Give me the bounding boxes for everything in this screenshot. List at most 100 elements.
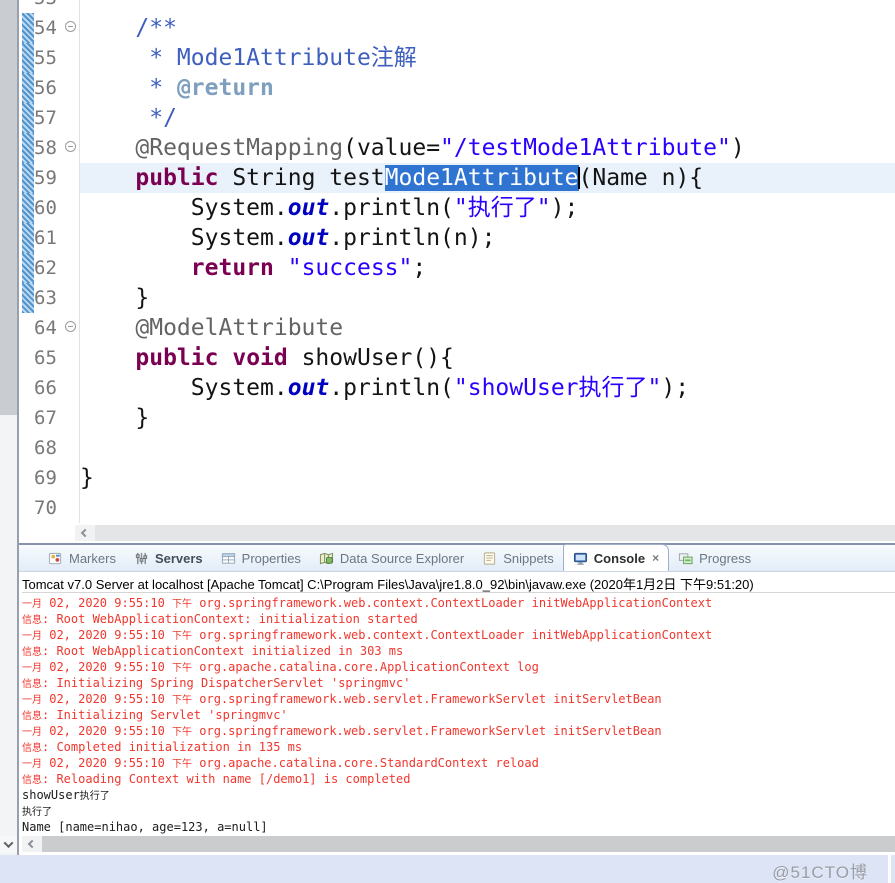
fold-column[interactable] [61, 13, 80, 43]
console-log-line: 信息: Initializing Servlet 'springmvc' [22, 708, 288, 722]
line-number[interactable]: 62 [34, 253, 61, 283]
line-number[interactable]: 65 [34, 343, 61, 373]
code-text[interactable]: @ModelAttribute [80, 313, 895, 343]
code-line-59[interactable]: 59 public String testMode1Attribute(Name… [19, 163, 895, 193]
tab-markers[interactable]: Markers [39, 545, 125, 571]
line-number[interactable]: 63 [34, 283, 61, 313]
scroll-left-button[interactable] [75, 525, 95, 541]
fold-column[interactable] [61, 313, 80, 343]
code-line-57[interactable]: 57 */ [19, 103, 895, 133]
line-number[interactable]: 68 [34, 433, 61, 463]
line-number[interactable]: 70 [34, 493, 61, 523]
collapse-icon[interactable] [64, 21, 76, 32]
line-number[interactable]: 66 [34, 373, 61, 403]
scroll-down-button[interactable] [0, 836, 17, 853]
line-number[interactable]: 59 [34, 163, 61, 193]
code-line-69[interactable]: 69} [19, 463, 895, 493]
console-log-line: 一月 02, 2020 9:55:10 下午 org.springframewo… [22, 596, 713, 610]
code-line-61[interactable]: 61 System.out.println(n); [19, 223, 895, 253]
quickdiff-change-bar [22, 73, 34, 103]
console-log-line: 信息: Root WebApplicationContext initializ… [22, 644, 404, 658]
code-text[interactable]: public void showUser(){ [80, 343, 895, 373]
tab-progress[interactable]: Progress [669, 545, 760, 571]
code-token: public [135, 165, 219, 191]
code-text[interactable]: public String testMode1Attribute(Name n)… [80, 163, 895, 193]
tab-servers[interactable]: Servers [125, 545, 212, 571]
tab-console[interactable]: Console × [562, 544, 670, 571]
console-title: Tomcat v7.0 Server at localhost [Apache … [22, 574, 895, 593]
code-line-68[interactable]: 68 [19, 433, 895, 463]
code-line-63[interactable]: 63 } [19, 283, 895, 313]
code-line-53[interactable]: 53 [19, 0, 895, 13]
code-text[interactable]: System.out.println("showUser执行了"); [80, 373, 895, 403]
scroll-left-button[interactable] [22, 836, 42, 852]
code-line-56[interactable]: 56 * @return [19, 73, 895, 103]
code-text[interactable]: System.out.println(n); [80, 223, 895, 253]
code-text[interactable]: @RequestMapping(value="/testMode1Attribu… [80, 133, 895, 163]
fold-column[interactable] [61, 133, 80, 163]
fold-column [61, 253, 80, 283]
line-number[interactable]: 56 [34, 73, 61, 103]
line-number[interactable]: 53 [34, 0, 61, 13]
code-token: out [287, 375, 330, 401]
line-number[interactable]: 58 [34, 133, 61, 163]
code-line-60[interactable]: 60 System.out.println("执行了"); [19, 193, 895, 223]
strip-highlight [888, 855, 891, 883]
code-token: .println( [329, 375, 454, 401]
code-token: "/testMode1Attribute" [440, 135, 731, 161]
line-number[interactable]: 61 [34, 223, 61, 253]
editor-vertical-scrollbar[interactable] [0, 0, 17, 855]
code-line-70[interactable]: 70 [19, 493, 895, 523]
line-number[interactable]: 64 [34, 313, 61, 343]
code-line-64[interactable]: 64 @ModelAttribute [19, 313, 895, 343]
code-token: @ModelAttribute [135, 315, 344, 341]
code-line-66[interactable]: 66 System.out.println("showUser执行了"); [19, 373, 895, 403]
code-text[interactable]: return "success"; [80, 253, 895, 283]
vertical-scrollbar-thumb[interactable] [0, 0, 17, 415]
fold-column [61, 403, 80, 433]
code-line-67[interactable]: 67 } [19, 403, 895, 433]
code-text[interactable] [80, 0, 895, 13]
tab-datasource[interactable]: Data Source Explorer [310, 545, 473, 571]
line-number[interactable]: 54 [34, 13, 61, 43]
line-number[interactable]: 55 [34, 43, 61, 73]
code-line-58[interactable]: 58 @RequestMapping(value="/testMode1Attr… [19, 133, 895, 163]
line-number[interactable]: 60 [34, 193, 61, 223]
code-line-65[interactable]: 65 public void showUser(){ [19, 343, 895, 373]
code-text[interactable]: System.out.println("执行了"); [80, 193, 895, 223]
editor-horizontal-scrollbar[interactable] [75, 525, 895, 541]
line-number[interactable]: 67 [34, 403, 61, 433]
code-text[interactable]: } [80, 403, 895, 433]
code-token: ); [550, 195, 579, 221]
console-output[interactable]: 一月 02, 2020 9:55:10 下午 org.springframewo… [22, 596, 895, 835]
horizontal-scrollbar-thumb[interactable] [42, 836, 895, 852]
code-line-62[interactable]: 62 return "success"; [19, 253, 895, 283]
tab-properties[interactable]: Properties [212, 545, 310, 571]
collapse-icon[interactable] [64, 141, 76, 152]
code-text[interactable]: } [80, 463, 895, 493]
code-text[interactable]: * Mode1Attribute注解 [80, 43, 895, 73]
collapse-icon[interactable] [64, 321, 76, 332]
code-line-54[interactable]: 54 /** [19, 13, 895, 43]
line-number[interactable]: 69 [34, 463, 61, 493]
line-number[interactable]: 57 [34, 103, 61, 133]
editor-code-lines: 5354 /**55 * Mode1Attribute注解56 * @retur… [19, 0, 895, 523]
code-text[interactable]: * @return [80, 73, 895, 103]
code-token: (value= [343, 135, 441, 161]
code-text[interactable] [80, 493, 895, 523]
fold-column [61, 163, 80, 193]
code-token: out [287, 225, 330, 251]
code-token: public [135, 345, 219, 371]
horizontal-scrollbar-thumb[interactable] [95, 525, 895, 541]
code-text[interactable] [80, 433, 895, 463]
code-editor[interactable]: 5354 /**55 * Mode1Attribute注解56 * @retur… [19, 0, 895, 543]
code-text[interactable]: */ [80, 103, 895, 133]
code-text[interactable]: /** [80, 13, 895, 43]
code-text[interactable]: } [80, 283, 895, 313]
tab-snippets[interactable]: Snippets [473, 545, 563, 571]
console-horizontal-scrollbar[interactable] [22, 836, 895, 852]
console-log-line: 信息: Root WebApplicationContext: initiali… [22, 612, 418, 626]
close-icon[interactable]: × [652, 551, 659, 565]
code-line-55[interactable]: 55 * Mode1Attribute注解 [19, 43, 895, 73]
